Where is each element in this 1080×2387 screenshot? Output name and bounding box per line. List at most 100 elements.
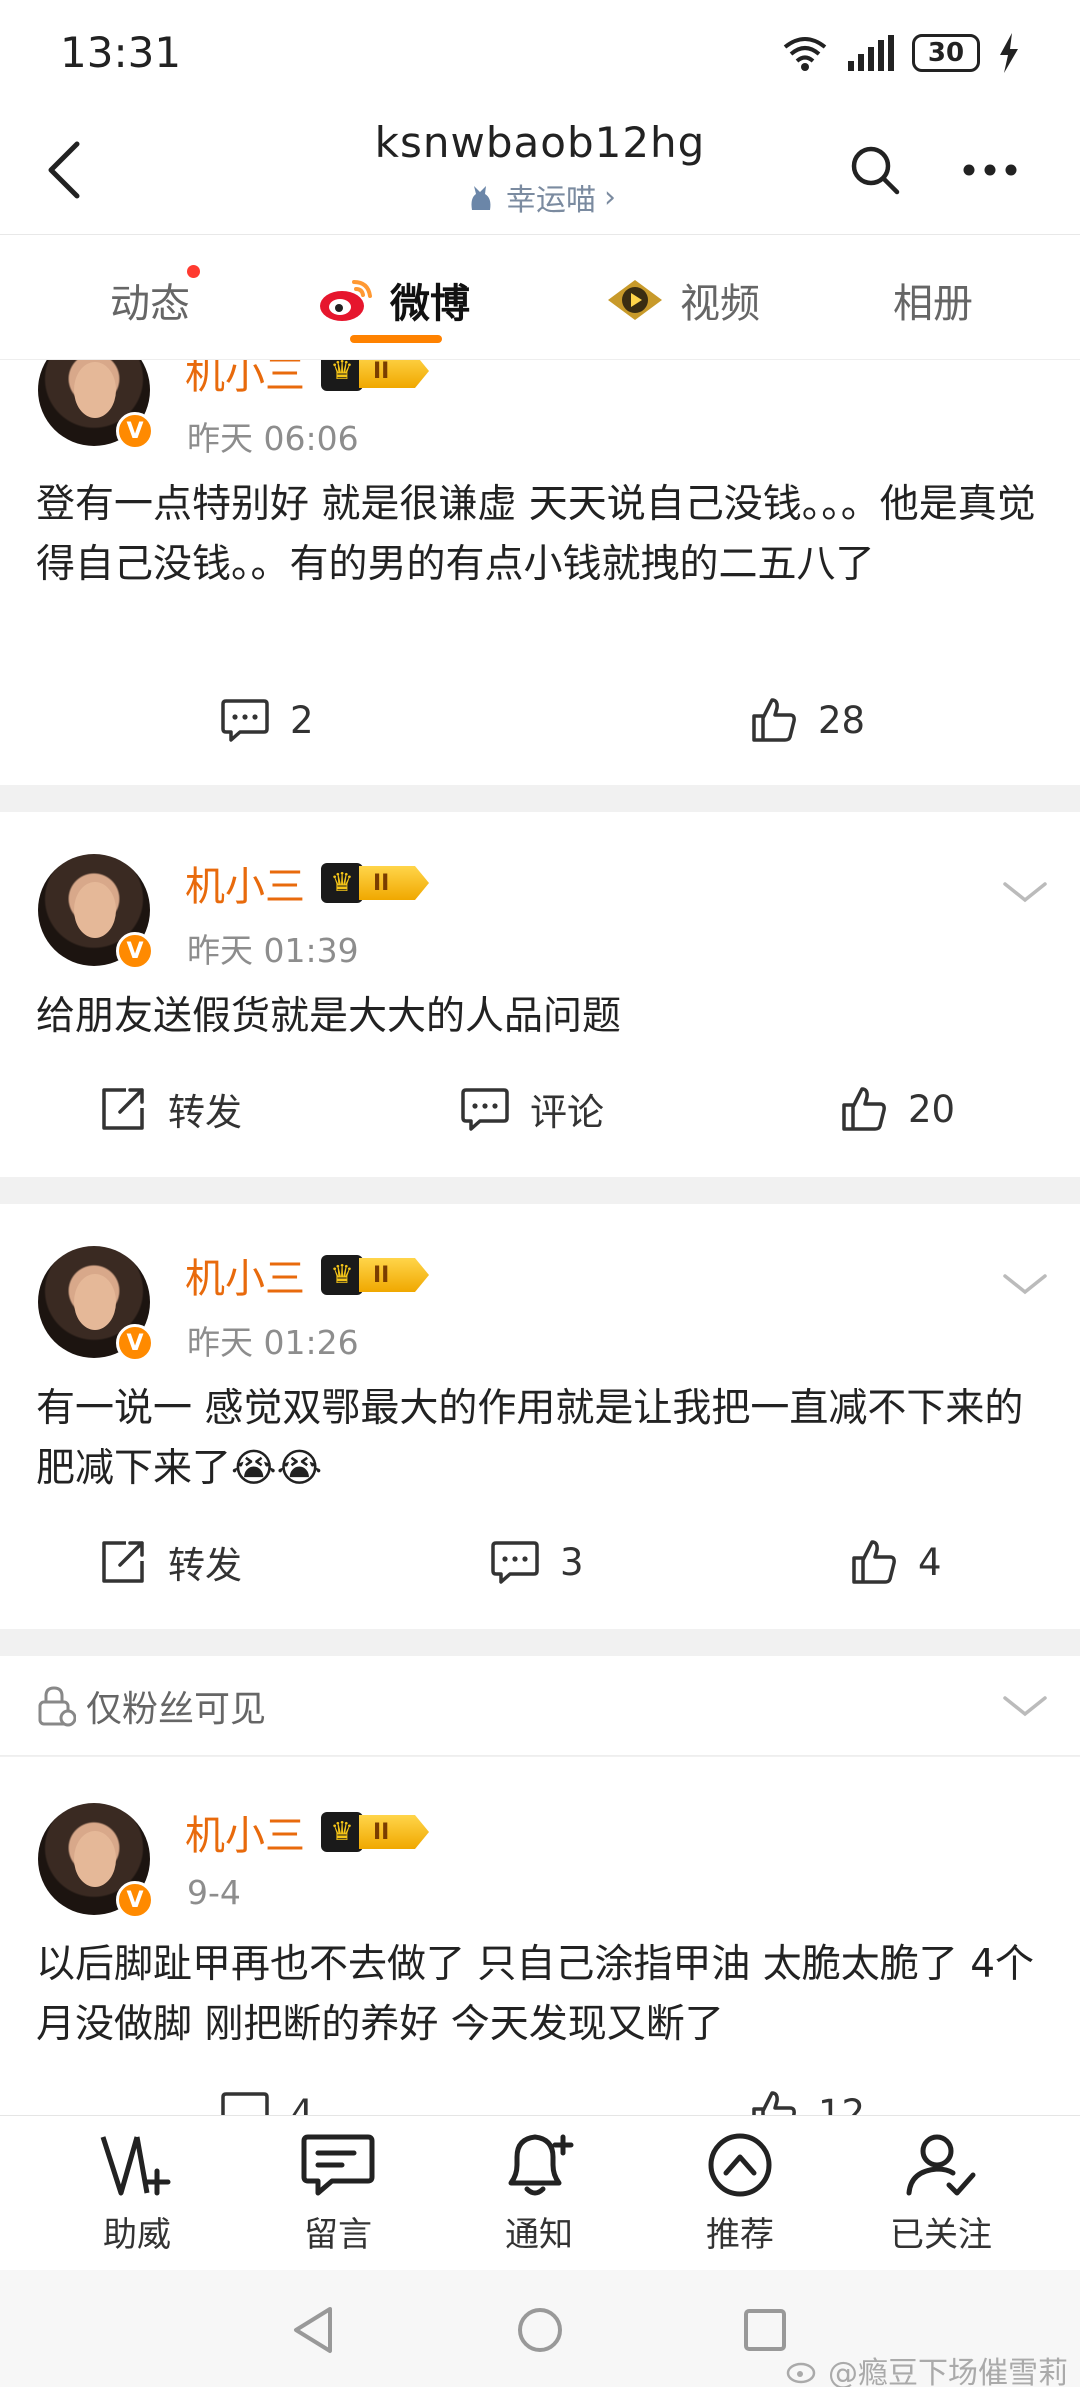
bell-icon	[508, 2134, 574, 2196]
chevron-down-icon[interactable]	[1000, 872, 1050, 912]
nav-message[interactable]: 留言	[258, 2131, 418, 2261]
tab-label: 微博	[390, 281, 470, 327]
wifi-icon	[783, 37, 827, 71]
profile-tabs: 动态 微博 视频 相册	[0, 235, 1080, 360]
username[interactable]: 机小三 ♛ II	[185, 1803, 429, 1861]
repost-button[interactable]: 转发	[100, 1522, 242, 1602]
comment-button[interactable]: 评论	[460, 1069, 604, 1149]
fans-only-bar[interactable]: 仅粉丝可见	[0, 1656, 1080, 1756]
post-card: V 机小三 ♛ II 昨天 01:39 给朋友送假货就是大大的人品问题 转发 评…	[0, 812, 1080, 1177]
post-time: 昨天 01:26	[187, 1323, 359, 1362]
like-button[interactable]: 4	[850, 1522, 942, 1602]
username-text: 机小三	[185, 864, 305, 910]
post-time: 昨天 01:39	[187, 931, 359, 970]
comment-icon	[221, 2092, 269, 2115]
post-text[interactable]: 以后脚趾甲再也不去做了 只自己涂指甲油 太脆太脆了 4个月没做脚 刚把断的养好 …	[36, 1935, 1046, 2055]
username[interactable]: 机小三 ♛ II	[185, 854, 429, 912]
profile-header: ksnwbaob12hg 幸运喵 ›	[0, 110, 1080, 235]
avatar[interactable]: V	[38, 1803, 154, 1919]
back-triangle-icon[interactable]	[290, 2305, 334, 2355]
recents-square-icon[interactable]	[742, 2307, 788, 2353]
profile-title: ksnwbaob12hg	[374, 118, 706, 167]
profile-subtitle[interactable]: 幸运喵 ›	[240, 175, 840, 219]
weibo-watermark-icon	[786, 2362, 816, 2384]
video-icon	[608, 280, 662, 320]
tab-album[interactable]: 相册	[893, 265, 973, 335]
comment-button[interactable]: 3	[490, 1522, 584, 1602]
notification-dot	[187, 265, 200, 278]
username[interactable]: 机小三 ♛ II	[185, 1246, 429, 1304]
crown-icon: ♛	[321, 1255, 363, 1295]
level-text: II	[359, 866, 429, 900]
comment-icon	[461, 1088, 509, 1131]
comment-label: 评论	[530, 1091, 604, 1134]
home-circle-icon[interactable]	[515, 2305, 565, 2355]
charging-icon	[1000, 33, 1018, 73]
avatar[interactable]: V	[38, 854, 154, 970]
nav-recommend[interactable]: 推荐	[660, 2131, 820, 2261]
level-badge: ♛ II	[321, 1255, 429, 1295]
more-dots-icon	[963, 164, 1017, 176]
comment-icon	[491, 1541, 539, 1584]
lock-icon	[38, 1686, 76, 1727]
nav-label: 助威	[103, 2215, 171, 2255]
share-icon	[102, 1541, 144, 1583]
post-time: 昨天 06:06	[187, 419, 359, 458]
tab-label: 相册	[893, 281, 973, 327]
verified-badge-icon: V	[116, 1881, 154, 1919]
like-button[interactable]: 20	[840, 1069, 955, 1149]
thumbs-up-icon	[852, 1540, 896, 1584]
avatar[interactable]: V	[38, 1246, 154, 1362]
weibo-logo-icon	[320, 280, 372, 321]
back-button[interactable]	[30, 130, 100, 210]
tab-dynamics[interactable]: 动态	[110, 265, 200, 335]
nav-notify[interactable]: 通知	[459, 2131, 619, 2261]
post-actions: 4 12	[0, 2073, 1080, 2115]
tab-label: 动态	[110, 281, 190, 327]
like-count: 20	[908, 1087, 956, 1131]
search-button[interactable]	[840, 135, 910, 205]
comment-icon	[221, 699, 269, 742]
verified-badge-icon: V	[116, 932, 154, 970]
verified-badge-icon: V	[116, 412, 154, 450]
share-icon	[102, 1088, 144, 1130]
level-badge: ♛ II	[321, 360, 429, 391]
chevron-down-icon[interactable]	[1000, 1686, 1050, 1726]
followed-icon	[906, 2134, 976, 2196]
nav-label: 推荐	[706, 2215, 774, 2255]
nav-cheer[interactable]: 助威	[57, 2131, 217, 2261]
chevron-down-icon[interactable]	[1000, 1264, 1050, 1304]
like-button[interactable]: 12	[750, 2073, 865, 2115]
title-block: ksnwbaob12hg 幸运喵 ›	[240, 118, 840, 219]
nav-followed[interactable]: 已关注	[861, 2131, 1021, 2261]
username-text: 机小三	[185, 360, 305, 398]
post-text[interactable]: 登有一点特别好 就是很谦虚 天天说自己没钱。。。他是真觉得自己没钱。。有的男的有…	[36, 475, 1046, 595]
username-text: 机小三	[185, 1256, 305, 1302]
status-time: 13:31	[60, 28, 182, 77]
repost-button[interactable]: 转发	[100, 1069, 242, 1149]
more-button[interactable]	[955, 135, 1025, 205]
recommend-icon	[708, 2133, 772, 2197]
like-button[interactable]: 28	[750, 680, 865, 760]
post-time: 9-4	[187, 1873, 241, 1912]
chevron-right-icon: ›	[604, 179, 616, 215]
back-arrow-icon	[48, 141, 80, 199]
post-feed[interactable]: V 机小三 ♛ II 昨天 06:06 登有一点特别好 就是很谦虚 天天说自己没…	[0, 360, 1080, 2115]
post-card: V 机小三 ♛ II 昨天 01:26 有一说一 感觉双鄂最大的作用就是让我把一…	[0, 1204, 1080, 1629]
comment-button[interactable]: 4	[220, 2073, 314, 2115]
repost-label: 转发	[168, 1091, 242, 1134]
avatar[interactable]: V	[38, 360, 154, 450]
status-bar: 13:31 30	[0, 0, 1080, 110]
tab-weibo[interactable]: 微博	[318, 265, 470, 335]
post-text[interactable]: 给朋友送假货就是大大的人品问题	[36, 987, 1046, 1047]
tab-video[interactable]: 视频	[604, 265, 760, 335]
username[interactable]: 机小三 ♛ II	[185, 360, 429, 400]
level-text: II	[359, 1815, 429, 1849]
level-text: II	[359, 360, 429, 388]
like-count: 12	[818, 2091, 866, 2116]
subtitle-text: 幸运喵	[506, 183, 596, 218]
post-text[interactable]: 有一说一 感觉双鄂最大的作用就是让我把一直减不下来的肥减下来了😭😭	[36, 1379, 1046, 1499]
bottom-nav: 助威 留言 通知 推荐 已关注	[0, 2115, 1080, 2270]
comment-button[interactable]: 2	[220, 680, 314, 760]
fans-only-label: 仅粉丝可见	[36, 1680, 266, 1732]
